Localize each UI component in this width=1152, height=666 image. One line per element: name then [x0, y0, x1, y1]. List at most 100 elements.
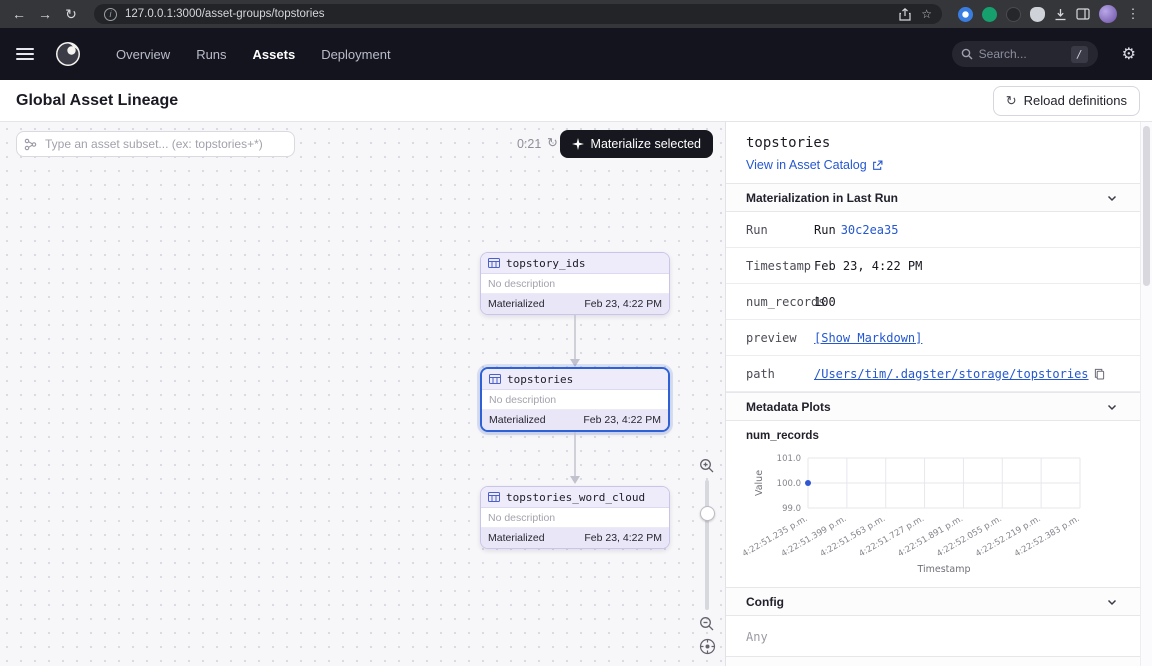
asset-node-topstory_ids[interactable]: topstory_ids No description Materialized… [480, 252, 670, 315]
metadata-row-preview: preview [Show Markdown] [726, 320, 1140, 356]
asset-node-topstories[interactable]: topstories No description Materialized F… [480, 367, 670, 432]
section-type[interactable]: Type [726, 656, 1140, 666]
asset-node-footer: Materialized Feb 23, 4:22 PM [481, 528, 669, 548]
section-materialization-in-last-run[interactable]: Materialization in Last Run [726, 183, 1140, 212]
settings-gear-icon[interactable]: ⚙ [1122, 44, 1136, 64]
asset-node-status: Materialized [489, 414, 546, 426]
bookmark-star-icon[interactable]: ☆ [921, 7, 932, 21]
recenter-icon[interactable] [699, 638, 716, 655]
asset-subset-filter-input[interactable] [16, 131, 295, 157]
page-title: Global Asset Lineage [16, 92, 178, 110]
section-label: Config [746, 595, 784, 609]
extension-icon-dark[interactable] [1006, 7, 1021, 22]
nav-runs[interactable]: Runs [196, 47, 226, 62]
chevron-down-icon[interactable] [1106, 596, 1118, 608]
zoom-slider-handle[interactable] [700, 506, 715, 521]
lineage-edge [565, 315, 585, 368]
table-icon [489, 373, 501, 385]
zoom-controls [695, 458, 719, 655]
config-value: Any [726, 616, 1140, 656]
site-info-icon[interactable]: i [104, 8, 117, 21]
browser-extensions-area: ⋮ [954, 5, 1144, 23]
asset-node-footer: Materialized Feb 23, 4:22 PM [481, 294, 669, 314]
extension-icon-paw[interactable] [1030, 7, 1045, 22]
section-label: Metadata Plots [746, 400, 831, 414]
search-input[interactable] [979, 47, 1065, 61]
metadata-label: path [726, 367, 814, 381]
side-panel-icon[interactable] [1076, 8, 1090, 20]
page-header: Global Asset Lineage ↻ Reload definition… [0, 80, 1152, 122]
table-icon [488, 257, 500, 269]
dagster-logo[interactable] [54, 40, 82, 68]
refresh-graph-icon[interactable]: ↻ [547, 135, 558, 151]
path-link[interactable]: /Users/tim/.dagster/storage/topstories [814, 367, 1089, 381]
browser-url-bar[interactable]: i 127.0.0.1:3000/asset-groups/topstories… [94, 4, 942, 24]
asset-node-status: Materialized [488, 298, 545, 310]
search-icon [961, 48, 973, 60]
asset-node-topstories_word_cloud[interactable]: topstories_word_cloud No description Mat… [480, 486, 670, 549]
section-config[interactable]: Config [726, 587, 1140, 616]
asset-node-header: topstory_ids [481, 253, 669, 274]
nav-deployment[interactable]: Deployment [321, 47, 390, 62]
asset-node-header: topstories [482, 369, 668, 390]
panel-scrollbar-thumb[interactable] [1143, 126, 1150, 286]
browser-chrome: ← → ↻ i 127.0.0.1:3000/asset-groups/tops… [0, 0, 1152, 28]
zoom-out-icon[interactable] [699, 616, 715, 632]
downloads-icon[interactable] [1054, 8, 1067, 21]
extension-icon-grammarly[interactable] [982, 7, 997, 22]
copy-icon[interactable] [1094, 368, 1105, 380]
asset-node-timestamp: Feb 23, 4:22 PM [584, 298, 662, 310]
svg-text:100.0: 100.0 [777, 479, 801, 489]
zoom-in-icon[interactable] [699, 458, 715, 474]
asset-node-description: No description [481, 274, 669, 294]
panel-scrollbar[interactable] [1140, 122, 1152, 666]
asset-node-timestamp: Feb 23, 4:22 PM [584, 532, 662, 544]
run-prefix: Run [814, 223, 836, 237]
hamburger-menu-icon[interactable] [16, 48, 34, 60]
svg-text:101.0: 101.0 [777, 454, 801, 464]
metadata-value: 100 [814, 295, 836, 309]
browser-back-icon[interactable]: ← [8, 3, 30, 25]
asset-node-description: No description [481, 508, 669, 528]
show-markdown-link[interactable]: [Show Markdown] [814, 331, 922, 345]
zoom-slider[interactable] [705, 480, 709, 610]
asset-node-description: No description [482, 390, 668, 410]
nav-assets[interactable]: Assets [253, 47, 296, 62]
view-in-asset-catalog-link[interactable]: View in Asset Catalog [746, 158, 1120, 172]
asset-node-name: topstories [507, 373, 573, 386]
metadata-label: num_records [726, 295, 814, 309]
svg-text:4:22:52.219 p.m.: 4:22:52.219 p.m. [974, 514, 1043, 559]
svg-text:4:22:51.563 p.m.: 4:22:51.563 p.m. [819, 514, 888, 559]
metadata-row-num-records: num_records 100 [726, 284, 1140, 320]
materialize-selected-label: Materialize selected [591, 137, 701, 151]
auto-refresh-countdown: 0:21 [517, 137, 541, 151]
browser-forward-icon[interactable]: → [34, 3, 56, 25]
asset-node-footer: Materialized Feb 23, 4:22 PM [482, 410, 668, 430]
svg-text:4:22:51.891 p.m.: 4:22:51.891 p.m. [896, 514, 965, 559]
browser-reload-icon[interactable]: ↻ [60, 3, 82, 25]
chevron-down-icon[interactable] [1106, 192, 1118, 204]
global-search[interactable]: / [952, 41, 1098, 67]
app-header: Overview Runs Assets Deployment / ⚙ [0, 28, 1152, 80]
url-text: 127.0.0.1:3000/asset-groups/topstories [125, 8, 891, 20]
asset-node-timestamp: Feb 23, 4:22 PM [583, 414, 661, 426]
browser-profile-avatar[interactable] [1099, 5, 1117, 23]
chevron-down-icon[interactable] [1106, 401, 1118, 413]
nav-overview[interactable]: Overview [116, 47, 170, 62]
browser-menu-icon[interactable]: ⋮ [1126, 6, 1140, 22]
asset-node-header: topstories_word_cloud [481, 487, 669, 508]
metadata-row-run: Run Run 30c2ea35 [726, 212, 1140, 248]
share-icon[interactable] [899, 8, 911, 21]
catalog-link-label: View in Asset Catalog [746, 158, 867, 172]
asset-lineage-graph[interactable]: 0:21 ↻ Materialize selected topstory_ids… [0, 122, 726, 666]
run-id-link[interactable]: 30c2ea35 [841, 223, 899, 237]
external-link-icon [872, 160, 883, 171]
section-metadata-plots[interactable]: Metadata Plots [726, 392, 1140, 421]
reload-definitions-button[interactable]: ↻ Reload definitions [993, 86, 1140, 116]
reload-icon: ↻ [1006, 94, 1017, 107]
asset-node-status: Materialized [488, 532, 545, 544]
materialize-selected-button[interactable]: Materialize selected [560, 130, 713, 158]
extension-icon-target[interactable] [958, 7, 973, 22]
metadata-label: Timestamp [726, 259, 814, 273]
section-label: Materialization in Last Run [746, 191, 898, 205]
